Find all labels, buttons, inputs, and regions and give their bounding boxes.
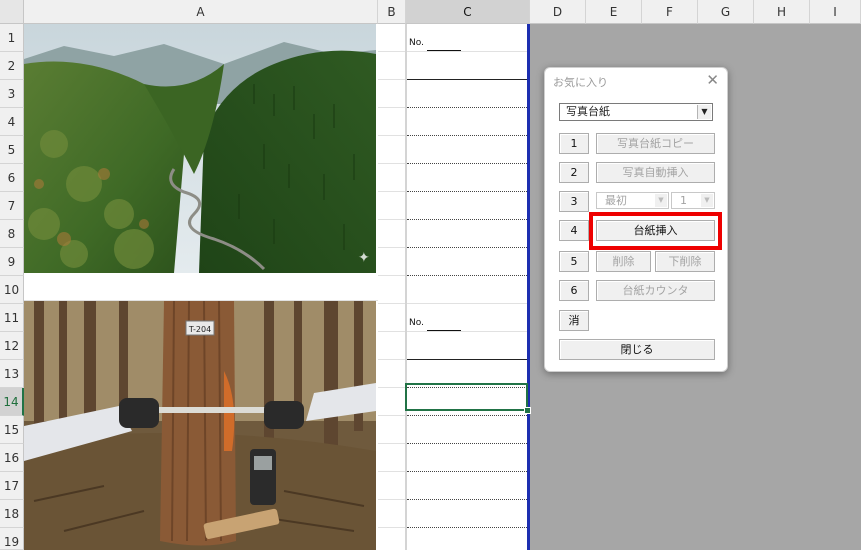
no-label: No.: [409, 318, 424, 328]
count-select[interactable]: 1 ▼: [671, 192, 715, 209]
column-header-b[interactable]: B: [378, 0, 406, 24]
row-header-3[interactable]: 3: [0, 80, 24, 108]
count-select-value: 1: [680, 194, 687, 207]
position-select-value: 最初: [605, 194, 627, 207]
row-header-4[interactable]: 4: [0, 108, 24, 136]
column-header-f[interactable]: F: [642, 0, 698, 24]
row-header-12[interactable]: 12: [0, 332, 24, 360]
column-header-h[interactable]: H: [754, 0, 810, 24]
clear-button[interactable]: 消: [559, 310, 589, 331]
forest-valley-photo[interactable]: ✦: [24, 24, 376, 273]
row-header-15[interactable]: 15: [0, 416, 24, 444]
row-header-18[interactable]: 18: [0, 500, 24, 528]
row-header-8[interactable]: 8: [0, 220, 24, 248]
column-header-e[interactable]: E: [586, 0, 642, 24]
column-header-g[interactable]: G: [698, 0, 754, 24]
chevron-down-icon[interactable]: ▼: [655, 194, 667, 207]
print-area-border: [527, 24, 530, 550]
column-header-c[interactable]: C: [406, 0, 530, 24]
shortcut-button-6[interactable]: 6: [559, 280, 589, 301]
tree-tag-label: T-204: [188, 325, 211, 334]
delete-button[interactable]: 削除: [596, 251, 651, 272]
row-header-2[interactable]: 2: [0, 52, 24, 80]
row-header-9[interactable]: 9: [0, 248, 24, 276]
position-select[interactable]: 最初 ▼: [596, 192, 669, 209]
dialog-title: お気に入り: [553, 76, 608, 89]
row-header-1[interactable]: 1: [0, 24, 24, 52]
highlight-box-insert: [589, 212, 722, 250]
row-header-5[interactable]: 5: [0, 136, 24, 164]
template-dropdown-value: 写真台紙: [566, 105, 610, 118]
row-header-14[interactable]: 14: [0, 388, 24, 416]
row-header-16[interactable]: 16: [0, 444, 24, 472]
separator-row-10[interactable]: [24, 273, 378, 301]
svg-text:✦: ✦: [358, 250, 370, 266]
shortcut-button-3[interactable]: 3: [559, 191, 589, 212]
chevron-down-icon[interactable]: ▼: [697, 105, 711, 119]
row-header-10[interactable]: 10: [0, 276, 24, 304]
tree-measurement-photo[interactable]: T-204: [24, 301, 376, 550]
close-dialog-button[interactable]: 閉じる: [559, 339, 715, 360]
auto-insert-photos-button[interactable]: 写真自動挿入: [596, 162, 715, 183]
column-header-a[interactable]: A: [24, 0, 378, 24]
column-header-i[interactable]: I: [810, 0, 861, 24]
row-header-6[interactable]: 6: [0, 164, 24, 192]
shortcut-button-2[interactable]: 2: [559, 162, 589, 183]
row-header-17[interactable]: 17: [0, 472, 24, 500]
fill-handle[interactable]: [524, 407, 531, 414]
column-c-cells[interactable]: No. No.: [406, 24, 529, 550]
shortcut-button-4[interactable]: 4: [559, 220, 589, 241]
active-cell-c14[interactable]: [405, 383, 528, 411]
row-header-7[interactable]: 7: [0, 192, 24, 220]
sheet-counter-button[interactable]: 台紙カウンタ: [596, 280, 715, 301]
column-header-d[interactable]: D: [530, 0, 586, 24]
column-b-cells[interactable]: [378, 24, 406, 550]
shortcut-button-5[interactable]: 5: [559, 251, 589, 272]
select-all-corner[interactable]: [0, 0, 24, 24]
row-header-11[interactable]: 11: [0, 304, 24, 332]
shortcut-button-1[interactable]: 1: [559, 133, 589, 154]
copy-sheet-button[interactable]: 写真台紙コピー: [596, 133, 715, 154]
chevron-down-icon[interactable]: ▼: [701, 194, 713, 207]
delete-below-button[interactable]: 下削除: [655, 251, 715, 272]
row-header-19[interactable]: 19: [0, 528, 24, 550]
template-dropdown[interactable]: 写真台紙 ▼: [559, 103, 713, 121]
no-label: No.: [409, 38, 424, 48]
row-header-13[interactable]: 13: [0, 360, 24, 388]
close-icon[interactable]: ✕: [706, 71, 719, 89]
